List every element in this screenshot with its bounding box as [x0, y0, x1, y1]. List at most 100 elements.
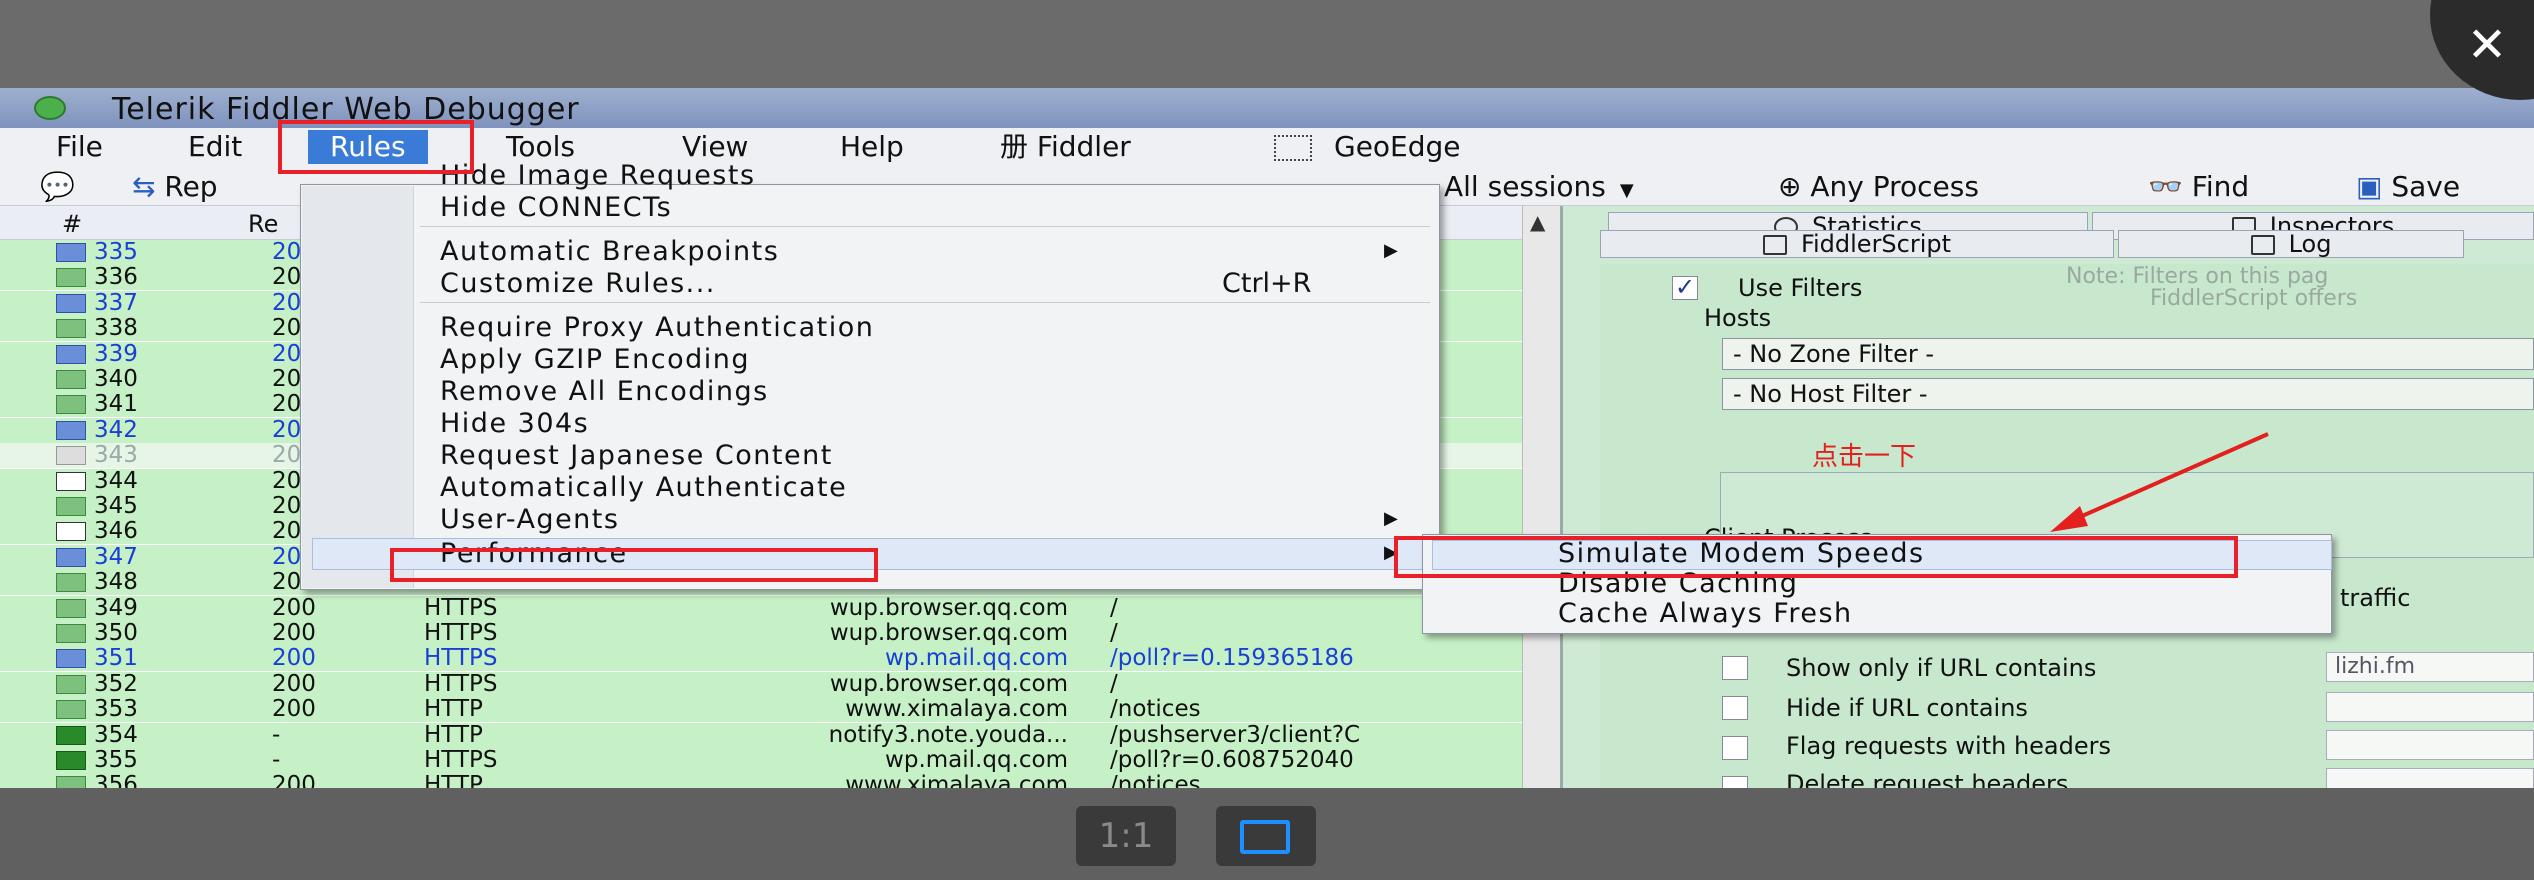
traffic-label: traffic	[2340, 584, 2411, 612]
session-protocol: HTTPS	[424, 645, 498, 672]
submenu-arrow-icon: ▶	[1384, 240, 1398, 261]
tab-log-label: Log	[2288, 230, 2332, 258]
menu-item-hide-connects[interactable]: Hide CONNECTs	[440, 192, 672, 224]
session-protocol: HTTP	[424, 696, 483, 723]
actual-size-button[interactable]: 1:1	[1076, 806, 1176, 866]
filter-option-checkbox-0[interactable]	[1722, 656, 1748, 680]
menu-item-user-agents[interactable]: User-Agents	[440, 504, 619, 536]
annotation-text: 点击一下	[1812, 442, 1917, 472]
filters-note-line2: FiddlerScript offers	[2150, 286, 2358, 311]
replay-button[interactable]: ⇆ Rep	[132, 170, 218, 204]
chevron-down-icon: ▼	[1619, 180, 1634, 201]
session-result: 20	[272, 239, 302, 265]
rules-menu-gutter	[302, 186, 414, 588]
sessions-dropdown[interactable]: All sessions ▼	[1444, 170, 1634, 204]
session-id: 355	[94, 747, 138, 773]
session-result: -	[272, 747, 281, 773]
session-arrow-icon	[56, 268, 86, 288]
host-filter-select[interactable]: - No Host Filter -	[1722, 378, 2534, 410]
highlight-box-performance	[390, 548, 878, 582]
session-row[interactable]: 349 200 HTTPS wup.browser.qq.com /	[0, 594, 1560, 621]
menu-item-cache-always-fresh[interactable]: Cache Always Fresh	[1558, 598, 1853, 630]
replay-label: Rep	[164, 170, 218, 203]
session-result: -	[272, 721, 281, 748]
menu-item-automatic-breakpoints[interactable]: Automatic Breakpoints	[440, 236, 779, 268]
session-id: 356	[94, 772, 138, 788]
comment-icon[interactable]: 💬	[40, 170, 75, 204]
session-arrow-icon	[56, 624, 86, 643]
tab-fiddlerscript-label: FiddlerScript	[1800, 230, 1952, 258]
geoedge-icon	[1274, 135, 1312, 161]
session-row[interactable]: 352 200 HTTPS wup.browser.qq.com /	[0, 670, 1560, 697]
filter-option-label-3: Delete request headers	[1786, 770, 2069, 788]
filter-option-label-1: Hide if URL contains	[1786, 694, 2028, 722]
menu-item-remove-encodings[interactable]: Remove All Encodings	[440, 376, 769, 408]
menu-file[interactable]: File	[56, 130, 103, 164]
find-button[interactable]: 👓 Find	[2148, 170, 2249, 204]
session-blue-icon	[56, 293, 86, 313]
session-result: 20	[272, 264, 302, 291]
menu-item-hide-304s[interactable]: Hide 304s	[440, 408, 589, 440]
session-url: /	[1110, 670, 1118, 697]
tab-fiddlerscript[interactable]: FiddlerScript	[1600, 230, 2114, 258]
session-protocol: HTTPS	[424, 594, 498, 621]
session-blue-icon	[56, 420, 86, 440]
menu-fiddler-label: Fiddler	[1036, 130, 1131, 163]
filter-option-input-1[interactable]	[2326, 692, 2534, 722]
close-icon[interactable]: ✕	[2452, 10, 2522, 80]
session-list-scrollbar[interactable]	[1522, 206, 1560, 788]
any-process-button[interactable]: ⊕ Any Process	[1778, 170, 1979, 204]
session-row[interactable]: 353 200 HTTP www.ximalaya.com/notices	[0, 696, 1560, 723]
menu-view[interactable]: View	[682, 130, 748, 164]
menu-item-hide-image-requests[interactable]: Hide Image Requests	[440, 160, 756, 192]
menu-separator	[420, 226, 1430, 227]
menu-item-auto-authenticate[interactable]: Automatically Authenticate	[440, 472, 847, 504]
session-row[interactable]: 356 200 HTTP www.ximalaya.com/notices	[0, 773, 1560, 788]
session-host: www.ximalaya.com	[845, 696, 1068, 723]
session-blue-icon	[56, 243, 86, 262]
session-row[interactable]: 351 200 HTTPS wp.mail.qq.com/poll?r=0.15936…	[0, 645, 1560, 672]
save-button[interactable]: ▣ Save	[2356, 170, 2460, 204]
column-header-result[interactable]: Re	[248, 210, 278, 238]
menu-item-request-japanese[interactable]: Request Japanese Content	[440, 440, 833, 472]
filter-option-input-2[interactable]	[2326, 730, 2534, 760]
menu-tools[interactable]: Tools	[506, 130, 575, 164]
session-row[interactable]: 354 - HTTP notify3.note.youda... /pushserver…	[0, 721, 1560, 748]
session-arrow-icon	[56, 674, 86, 694]
scroll-up-icon[interactable]: ▲	[1530, 210, 1545, 234]
filter-option-checkbox-2[interactable]	[1722, 736, 1748, 760]
use-filters-checkbox[interactable]	[1672, 273, 1698, 301]
column-header-number[interactable]: #	[62, 210, 82, 238]
session-id: 345	[94, 493, 138, 519]
filter-option-checkbox-3[interactable]	[1722, 776, 1748, 788]
session-row[interactable]: 350 200 HTTPS wup.browser.qq.com /	[0, 621, 1560, 646]
session-url: /poll?r=0.159365186	[1110, 645, 1354, 672]
session-result: 200	[272, 670, 316, 697]
session-host: notify3.note.youda...	[828, 721, 1068, 748]
fit-screen-icon	[1240, 820, 1290, 854]
filter-option-input-0[interactable]: lizhi.fm	[2326, 652, 2534, 682]
menu-item-require-proxy-auth[interactable]: Require Proxy Authentication	[440, 312, 874, 344]
session-arrow-icon	[56, 370, 86, 389]
filter-option-checkbox-1[interactable]	[1722, 696, 1748, 720]
menu-item-customize-rules[interactable]: Customize Rules...	[440, 268, 716, 300]
fiddler-logo-icon	[34, 96, 66, 120]
menu-fiddler[interactable]: 册 Fiddler	[1000, 130, 1131, 164]
session-host: wp.mail.qq.com	[885, 747, 1068, 773]
session-id: 348	[94, 569, 138, 596]
tab-log[interactable]: Log	[2118, 230, 2464, 258]
session-url: /poll?r=0.608752040	[1110, 747, 1354, 773]
session-url: /	[1110, 594, 1118, 621]
session-id: 341	[94, 391, 138, 418]
session-protocol: HTTPS	[424, 670, 498, 697]
session-row[interactable]: 355 - HTTPS wp.mail.qq.com/poll?r=0.6087520…	[0, 748, 1560, 773]
zone-filter-select[interactable]: - No Zone Filter -	[1722, 338, 2534, 370]
menu-help[interactable]: Help	[840, 130, 904, 164]
session-result: 200	[272, 696, 316, 723]
session-id: 349	[94, 594, 138, 621]
menu-edit[interactable]: Edit	[188, 130, 242, 164]
filter-option-input-3[interactable]	[2326, 768, 2534, 788]
annotation-arrowhead	[2050, 506, 2088, 532]
menu-geoedge[interactable]: GeoEdge	[1274, 130, 1461, 164]
menu-item-apply-gzip[interactable]: Apply GZIP Encoding	[440, 344, 750, 376]
